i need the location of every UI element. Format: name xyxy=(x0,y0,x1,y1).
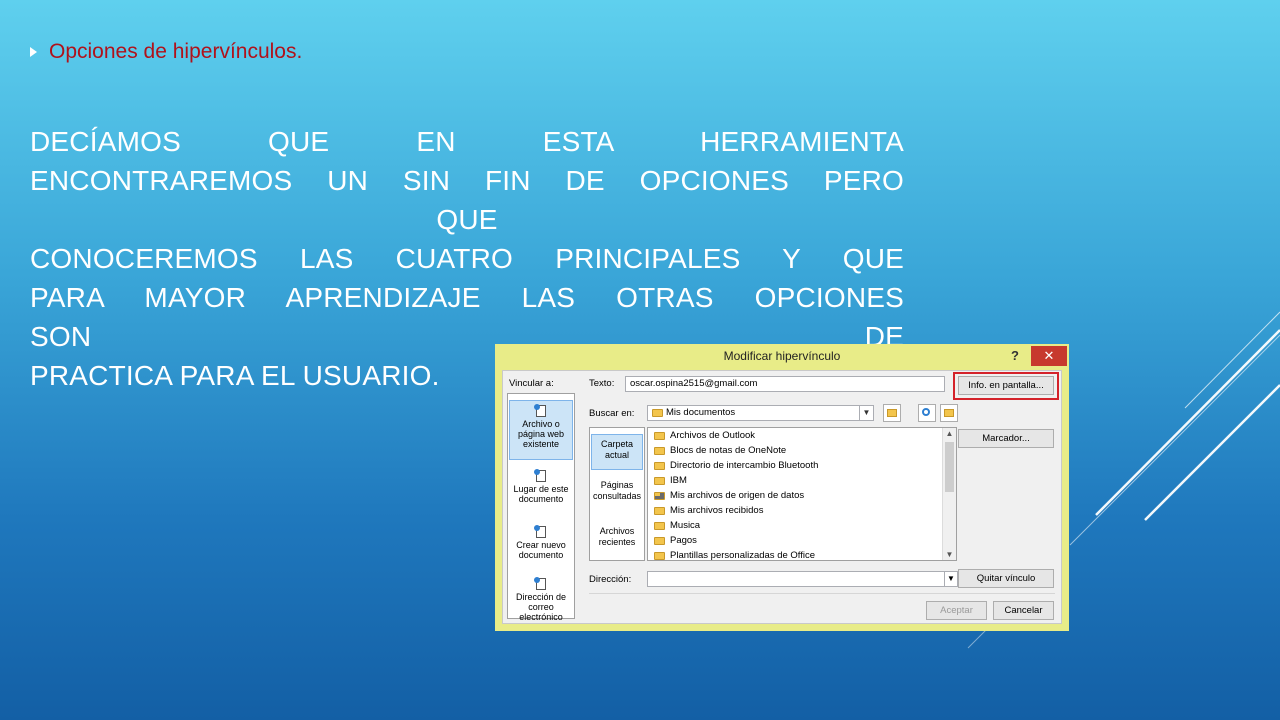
data-source-folder-icon xyxy=(654,492,665,500)
folder-icon xyxy=(654,537,665,545)
bullet-arrow-icon xyxy=(30,47,37,57)
list-item[interactable]: Archivos de Outlook xyxy=(654,429,755,443)
web-page-icon xyxy=(534,404,546,417)
bookmark-button[interactable]: Marcador... xyxy=(958,429,1054,448)
scroll-down-icon[interactable]: ▼ xyxy=(943,550,956,559)
look-in-label: Buscar en: xyxy=(589,408,635,419)
scroll-up-icon[interactable]: ▲ xyxy=(943,429,956,438)
dialog-titlebar: Modificar hipervínculo ? ✕ xyxy=(495,344,1069,370)
document-place-icon xyxy=(534,469,546,482)
text-to-display-input[interactable]: oscar.ospina2515@gmail.com xyxy=(625,376,945,392)
list-item[interactable]: Mis archivos recibidos xyxy=(654,504,763,518)
file-list-scrollbar[interactable]: ▲ ▼ xyxy=(942,428,956,560)
paragraph-line: PARA MAYOR APRENDIZAJE LAS OTRAS OPCIONE… xyxy=(30,282,904,313)
file-list: Archivos de Outlook Blocs de notas de On… xyxy=(647,427,957,561)
modify-hyperlink-dialog: Modificar hipervínculo ? ✕ Vincular a: T… xyxy=(495,344,1069,631)
bullet-item: Opciones de hipervínculos. xyxy=(30,40,302,64)
folder-icon xyxy=(654,432,665,440)
link-to-place-in-document[interactable]: Lugar de este documento xyxy=(509,466,573,520)
navigation-pane: Carpeta actual Páginas consultadas Archi… xyxy=(589,427,645,561)
address-input[interactable] xyxy=(647,571,958,587)
folder-icon xyxy=(652,409,663,417)
list-item[interactable]: Mis archivos de origen de datos xyxy=(654,489,804,503)
dialog-client-area: Vincular a: Texto: oscar.ospina2515@gmai… xyxy=(502,370,1062,624)
scroll-thumb[interactable] xyxy=(945,442,954,492)
browse-file-icon[interactable] xyxy=(940,404,958,422)
chevron-down-icon[interactable]: ▼ xyxy=(944,571,958,587)
chevron-down-icon[interactable]: ▼ xyxy=(859,406,873,420)
list-item[interactable]: Plantillas personalizadas de Office xyxy=(654,549,815,560)
link-to-pane: Archivo o página web existente Lugar de … xyxy=(507,393,575,622)
address-label: Dirección: xyxy=(589,574,632,585)
paragraph-line: ENCONTRAREMOS UN SIN FIN DE OPCIONES PER… xyxy=(30,165,904,196)
link-to-label: Vincular a: xyxy=(509,378,554,389)
nav-browsed-pages[interactable]: Páginas consultadas xyxy=(591,480,643,510)
remove-link-button[interactable]: Quitar vínculo xyxy=(958,569,1054,588)
list-item[interactable]: Pagos xyxy=(654,534,697,548)
dialog-title: Modificar hipervínculo xyxy=(723,349,841,363)
folder-open-icon[interactable] xyxy=(883,404,901,422)
link-to-existing-file[interactable]: Archivo o página web existente xyxy=(509,400,573,460)
email-icon xyxy=(534,577,546,590)
separator xyxy=(589,593,1055,594)
nav-current-folder[interactable]: Carpeta actual xyxy=(591,434,643,470)
bullet-text: Opciones de hipervínculos. xyxy=(49,40,303,63)
list-item[interactable]: Musica xyxy=(654,519,700,533)
text-label: Texto: xyxy=(589,378,615,389)
help-button[interactable]: ? xyxy=(1000,346,1030,366)
paragraph-line: CONOCEREMOS LAS CUATRO PRINCIPALES Y QUE xyxy=(30,243,904,274)
folder-icon xyxy=(654,477,665,485)
close-button[interactable]: ✕ xyxy=(1031,346,1067,366)
link-to-new-document[interactable]: Crear nuevo documento xyxy=(509,522,573,576)
cancel-button[interactable]: Cancelar xyxy=(993,601,1054,620)
look-in-dropdown[interactable]: Mis documentos ▼ xyxy=(647,405,874,421)
paragraph-line: QUE xyxy=(436,204,498,235)
list-item[interactable]: Directorio de intercambio Bluetooth xyxy=(654,459,818,473)
folder-icon xyxy=(654,552,665,560)
list-item[interactable]: IBM xyxy=(654,474,687,488)
globe-search-icon[interactable] xyxy=(918,404,936,422)
new-document-icon xyxy=(534,525,546,538)
link-to-email[interactable]: Dirección de correo electrónico xyxy=(509,574,573,622)
nav-recent-files[interactable]: Archivos recientes xyxy=(591,526,643,556)
highlight-box xyxy=(953,372,1059,400)
folder-icon xyxy=(654,462,665,470)
list-item[interactable]: Blocs de notas de OneNote xyxy=(654,444,786,458)
ok-button[interactable]: Aceptar xyxy=(926,601,987,620)
folder-icon xyxy=(654,522,665,530)
folder-icon xyxy=(654,447,665,455)
paragraph-line: DECÍAMOS QUE EN ESTA HERRAMIENTA xyxy=(30,126,904,157)
folder-icon xyxy=(654,507,665,515)
